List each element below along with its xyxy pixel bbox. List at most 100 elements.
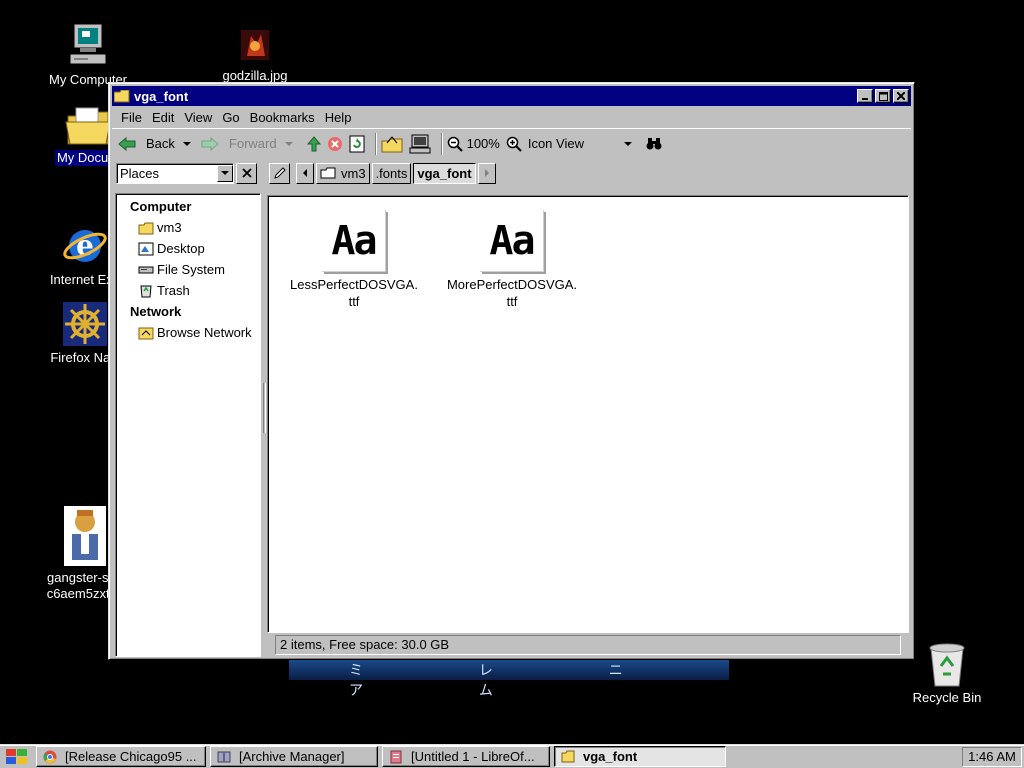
edit-location-button[interactable] <box>269 162 290 184</box>
file-item-lessperfectdosvga[interactable]: Aa LessPerfectDOSVGA. ttf <box>284 210 424 310</box>
sidebar-item-desktop[interactable]: Desktop <box>116 238 260 259</box>
file-icon-view[interactable]: Aa LessPerfectDOSVGA. ttf Aa MorePerfect… <box>267 195 909 633</box>
trash-icon <box>140 285 152 297</box>
menu-bar: File Edit View Go Bookmarks Help <box>112 106 911 128</box>
binoculars-icon <box>646 137 662 149</box>
home-folder-icon <box>138 222 154 234</box>
taskbar: [Release Chicago95 ... [Archive Manager]… <box>0 744 1024 768</box>
home-button[interactable] <box>381 135 403 153</box>
maximize-button[interactable] <box>875 89 891 103</box>
font-file-thumbnail: Aa <box>322 210 386 272</box>
sidebar-item-vm3[interactable]: vm3 <box>116 217 260 238</box>
recycle-bin-icon <box>929 643 965 687</box>
sidebar-item-trash[interactable]: Trash <box>116 280 260 301</box>
places-combo[interactable]: Places <box>116 162 234 184</box>
folder-icon <box>561 750 575 762</box>
maximize-icon <box>878 91 888 101</box>
file-name-line2: ttf <box>348 294 360 309</box>
desktop-icon <box>138 242 154 255</box>
path-scroll-right-button[interactable] <box>477 162 496 184</box>
close-side-pane-button[interactable] <box>236 162 257 184</box>
search-button[interactable] <box>646 137 662 151</box>
menu-edit[interactable]: Edit <box>147 110 179 125</box>
path-segment-fonts[interactable]: .fonts <box>371 162 412 184</box>
desktop-icon-godzilla[interactable]: godzilla.jpg <box>200 26 310 84</box>
desktop-icon-my-computer[interactable]: My Computer <box>33 22 143 88</box>
taskbar-item-vga-font[interactable]: vga_font <box>554 746 726 767</box>
stop-button[interactable] <box>327 136 343 152</box>
chevron-left-icon <box>303 169 307 177</box>
windows-logo-icon <box>6 748 27 764</box>
view-mode-dropdown[interactable] <box>623 141 632 146</box>
path-segment-vm3[interactable]: vm3 <box>316 162 370 184</box>
taskbar-item-chrome[interactable]: [Release Chicago95 ... <box>36 746 206 767</box>
computer-icon <box>409 134 431 153</box>
folder-icon <box>65 107 111 145</box>
menu-help[interactable]: Help <box>320 110 357 125</box>
window-title: vga_font <box>134 88 189 104</box>
taskbar-clock[interactable]: 1:46 AM <box>962 747 1022 767</box>
stop-icon <box>327 136 342 151</box>
start-button[interactable] <box>2 746 32 768</box>
reload-button[interactable] <box>349 135 365 153</box>
zoom-in-button[interactable]: Icon View <box>506 136 632 152</box>
back-button[interactable]: Back <box>118 136 191 151</box>
menu-file[interactable]: File <box>116 110 147 125</box>
computer-icon <box>69 23 107 65</box>
places-combo-value: Places <box>120 165 160 181</box>
taskbar-item-archive-manager[interactable]: [Archive Manager] <box>210 746 378 767</box>
forward-arrow-icon <box>201 136 219 151</box>
toolbar-separator <box>440 132 443 155</box>
back-history-dropdown[interactable] <box>182 141 191 146</box>
file-name-line1: MorePerfectDOSVGA. <box>446 277 578 292</box>
computer-button[interactable] <box>409 134 431 154</box>
chevron-right-icon <box>484 169 489 177</box>
zoom-out-button[interactable] <box>447 136 463 152</box>
forward-history-dropdown[interactable] <box>284 141 293 146</box>
home-folder-icon <box>320 167 336 179</box>
menu-view[interactable]: View <box>179 110 217 125</box>
up-button[interactable] <box>306 135 321 152</box>
minimize-icon <box>862 98 868 100</box>
toolbar-separator <box>374 132 377 155</box>
archive-icon <box>217 751 231 762</box>
close-button[interactable] <box>893 89 909 103</box>
location-bar: Places vm3 .fonts vga_font <box>112 158 911 188</box>
network-folder-icon <box>138 327 154 339</box>
drive-icon <box>138 266 154 273</box>
view-mode-select[interactable]: Icon View <box>528 136 584 151</box>
places-side-pane: Computer vm3 Desktop File System Trash N… <box>115 193 261 657</box>
file-manager-window: vga_font File Edit View Go Bookmarks Hel… <box>108 82 915 660</box>
back-arrow-icon <box>118 136 136 151</box>
sidebar-heading-network: Network <box>130 304 182 319</box>
path-scroll-left-button[interactable] <box>296 162 314 184</box>
file-name-line2: ttf <box>506 294 518 309</box>
folder-icon <box>114 89 130 102</box>
menu-bookmarks[interactable]: Bookmarks <box>245 110 320 125</box>
main-toolbar: Back Forward 100% Icon View <box>112 128 911 158</box>
close-icon <box>897 92 905 100</box>
window-titlebar[interactable]: vga_font <box>112 86 911 106</box>
chrome-icon <box>43 750 57 763</box>
zoom-in-icon <box>506 136 522 152</box>
path-segment-vga-font[interactable]: vga_font <box>413 162 476 184</box>
zoom-level[interactable]: 100% <box>467 136 500 151</box>
sidebar-item-browse-network[interactable]: Browse Network <box>116 322 260 343</box>
reload-icon <box>349 135 365 152</box>
home-folder-icon <box>381 135 403 152</box>
desktop-icon-label: Recycle Bin <box>912 690 982 705</box>
libreoffice-icon <box>390 750 402 763</box>
close-icon <box>241 168 252 178</box>
file-item-moreperfectdosvga[interactable]: Aa MorePerfectDOSVGA. ttf <box>442 210 582 310</box>
menu-go[interactable]: Go <box>217 110 244 125</box>
internet-explorer-icon: e <box>63 229 107 262</box>
sidebar-item-file-system[interactable]: File System <box>116 259 260 280</box>
minimize-button[interactable] <box>857 89 873 103</box>
status-bar: 2 items, Free space: 30.0 GB <box>275 635 901 655</box>
chevron-down-icon[interactable] <box>217 164 233 182</box>
image-file-icon <box>241 30 269 60</box>
forward-button[interactable]: Forward <box>201 136 293 151</box>
pane-splitter-handle[interactable] <box>263 383 266 433</box>
sidebar-heading-computer: Computer <box>130 199 192 214</box>
taskbar-item-libreoffice[interactable]: [Untitled 1 - LibreOf... <box>382 746 550 767</box>
